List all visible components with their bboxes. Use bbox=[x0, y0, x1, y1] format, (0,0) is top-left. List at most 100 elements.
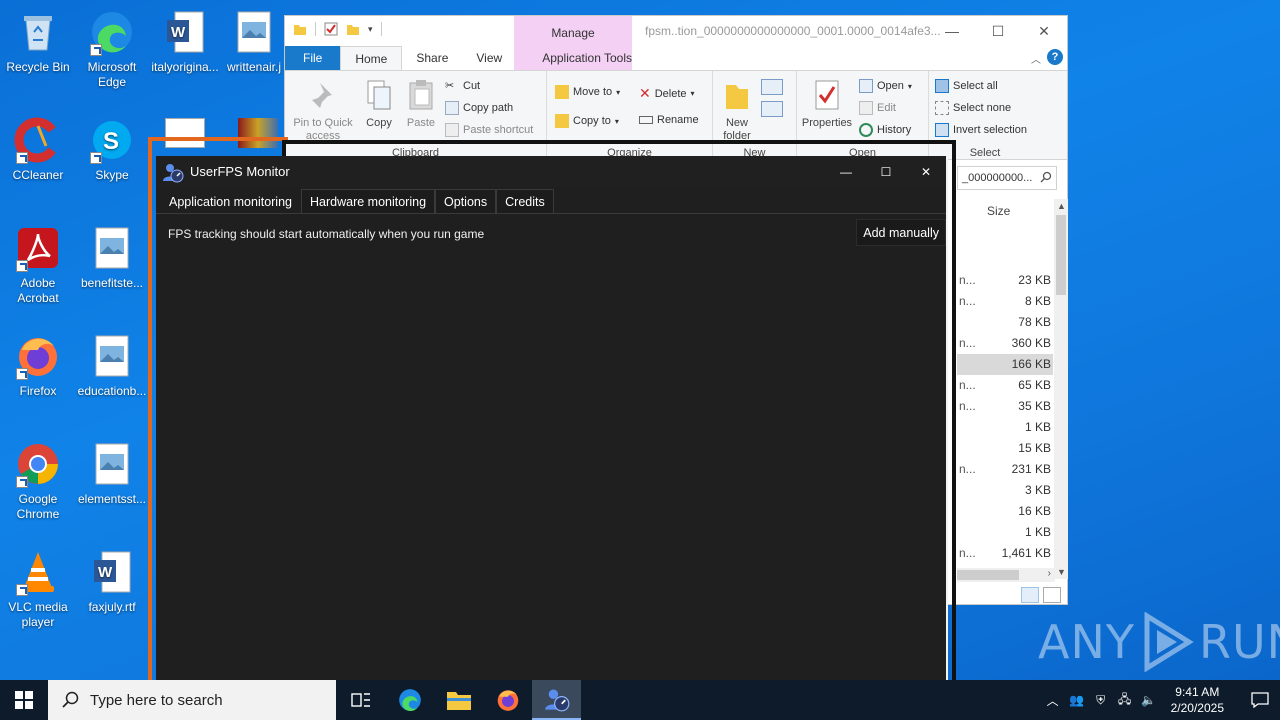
list-item[interactable]: n... 35 KB bbox=[957, 396, 1053, 417]
new-folder-button[interactable]: New folder bbox=[717, 79, 757, 143]
maximize-icon[interactable]: ☐ bbox=[975, 16, 1021, 46]
fps-window-title: UserFPS Monitor bbox=[190, 164, 290, 179]
qat-dropdown-icon[interactable]: ▾ bbox=[368, 24, 373, 35]
desktop-icon-firefox[interactable]: Firefox bbox=[0, 332, 76, 399]
help-icon[interactable]: ? bbox=[1047, 49, 1063, 65]
desktop-icon-edge[interactable]: Microsoft Edge bbox=[74, 8, 150, 90]
tab-application-monitoring[interactable]: Application monitoring bbox=[160, 189, 301, 214]
minimize-icon[interactable]: — bbox=[929, 16, 975, 46]
desktop-icon-ccleaner[interactable]: CCleaner bbox=[0, 116, 76, 183]
list-item[interactable]: 1 KB bbox=[957, 522, 1053, 543]
close-icon[interactable]: ✕ bbox=[1021, 16, 1067, 46]
people-icon[interactable]: 👥 bbox=[1065, 693, 1089, 707]
column-header-size[interactable]: Size bbox=[987, 204, 1010, 218]
large-icons-view-icon[interactable] bbox=[1043, 587, 1061, 603]
desktop-icon-word-doc[interactable]: W faxjuly.rtf bbox=[74, 548, 150, 615]
show-hidden-icons-icon[interactable]: ︿ bbox=[1041, 692, 1065, 709]
easy-access-icon[interactable] bbox=[761, 101, 783, 117]
file-list: n... 23 KB n... 8 KB 78 KB n... 360 KB 166 … bbox=[957, 270, 1053, 564]
desktop-icon-image-file[interactable]: educationb... bbox=[74, 332, 150, 399]
explorer-titlebar[interactable]: ▾ Manage fpsm..tion_0000000000000000_000… bbox=[285, 16, 1067, 70]
desktop-icon-recycle-bin[interactable]: Recycle Bin bbox=[0, 8, 76, 75]
tab-share[interactable]: Share bbox=[402, 46, 462, 70]
open-button[interactable]: Open ▾ bbox=[859, 79, 912, 93]
list-item[interactable]: n... 65 KB bbox=[957, 375, 1053, 396]
scrollbar-thumb[interactable] bbox=[957, 570, 1019, 580]
select-none-button[interactable]: Select none bbox=[935, 101, 1011, 115]
scroll-up-icon[interactable]: ▲ bbox=[1057, 201, 1066, 211]
start-button[interactable] bbox=[0, 680, 48, 720]
tab-application-tools[interactable]: Application Tools bbox=[528, 46, 646, 70]
list-item[interactable]: n... 1,461 KB bbox=[957, 543, 1053, 564]
tab-file[interactable]: File bbox=[285, 46, 341, 70]
add-manually-button[interactable]: Add manually bbox=[856, 219, 946, 246]
desktop-icon-word-doc[interactable]: W italyorigina... bbox=[147, 8, 223, 75]
tab-hardware-monitoring[interactable]: Hardware monitoring bbox=[301, 189, 436, 214]
taskbar-file-explorer-button[interactable] bbox=[434, 680, 483, 720]
properties-button[interactable]: Properties bbox=[799, 79, 855, 130]
security-icon[interactable]: ⛨ bbox=[1089, 693, 1113, 708]
pin-quick-access-button[interactable]: Pin to Quick access bbox=[289, 79, 357, 143]
network-icon[interactable]: 🖧 bbox=[1113, 690, 1137, 711]
desktop-icon-chrome[interactable]: Google Chrome bbox=[0, 440, 76, 522]
list-item[interactable]: n... 23 KB bbox=[957, 270, 1053, 291]
volume-icon[interactable]: 🔈 bbox=[1137, 693, 1161, 707]
list-item[interactable]: n... 8 KB bbox=[957, 291, 1053, 312]
desktop-icon-skype[interactable]: S Skype bbox=[74, 116, 150, 183]
close-icon[interactable]: ✕ bbox=[906, 156, 946, 187]
select-all-button[interactable]: Select all bbox=[935, 79, 998, 93]
collapse-ribbon-icon[interactable]: ︿ bbox=[1031, 51, 1041, 66]
taskbar-firefox-button[interactable] bbox=[483, 680, 532, 720]
horizontal-scrollbar[interactable]: › bbox=[957, 568, 1055, 582]
task-view-button[interactable] bbox=[336, 680, 385, 720]
list-item[interactable]: 15 KB bbox=[957, 438, 1053, 459]
list-item-selected[interactable]: 166 KB bbox=[957, 354, 1053, 375]
paste-shortcut-button[interactable]: Paste shortcut bbox=[445, 123, 533, 137]
taskbar-userfps-button[interactable] bbox=[532, 680, 581, 720]
new-item-icon[interactable] bbox=[761, 79, 783, 95]
scroll-right-icon[interactable]: › bbox=[1048, 568, 1051, 579]
scroll-down-icon[interactable]: ▼ bbox=[1057, 567, 1066, 577]
rename-button[interactable]: Rename bbox=[639, 114, 699, 126]
tab-credits[interactable]: Credits bbox=[496, 189, 554, 214]
list-item[interactable]: 78 KB bbox=[957, 312, 1053, 333]
list-item[interactable]: 3 KB bbox=[957, 480, 1053, 501]
minimize-icon[interactable]: — bbox=[826, 156, 866, 187]
copy-button[interactable]: Copy bbox=[359, 79, 399, 130]
taskbar-edge-button[interactable] bbox=[385, 680, 434, 720]
vertical-scrollbar[interactable]: ▲ ▼ bbox=[1054, 199, 1068, 579]
tab-options[interactable]: Options bbox=[435, 189, 497, 214]
desktop-icon-acrobat[interactable]: Adobe Acrobat bbox=[0, 224, 76, 306]
maximize-icon[interactable]: ☐ bbox=[866, 156, 906, 187]
list-item[interactable]: n... 231 KB bbox=[957, 459, 1053, 480]
invert-selection-button[interactable]: Invert selection bbox=[935, 123, 1027, 137]
delete-button[interactable]: ✕ Delete ▾ bbox=[639, 85, 695, 102]
tab-home[interactable]: Home bbox=[340, 46, 403, 70]
notification-center-button[interactable] bbox=[1240, 680, 1280, 720]
userfps-monitor-window[interactable]: UserFPS Monitor — ☐ ✕ Application monito… bbox=[156, 156, 946, 680]
move-to-button[interactable]: Move to ▾ bbox=[555, 85, 620, 99]
taskbar-search-box[interactable]: Type here to search bbox=[48, 680, 336, 720]
new-folder-icon[interactable] bbox=[346, 22, 360, 36]
taskbar-clock[interactable]: 9:41 AM 2/20/2025 bbox=[1171, 684, 1224, 716]
details-view-icon[interactable] bbox=[1021, 587, 1039, 603]
paste-button[interactable]: Paste bbox=[401, 79, 441, 130]
tab-view[interactable]: View bbox=[462, 46, 516, 70]
fps-status-message: FPS tracking should start automatically … bbox=[168, 227, 485, 241]
history-button[interactable]: History bbox=[859, 123, 911, 137]
edit-button[interactable]: Edit bbox=[859, 101, 896, 115]
cut-button[interactable]: ✂ Cut bbox=[445, 79, 480, 93]
fps-titlebar[interactable]: UserFPS Monitor — ☐ ✕ bbox=[156, 156, 946, 187]
list-item[interactable]: 1 KB bbox=[957, 417, 1053, 438]
list-item[interactable]: n... 360 KB bbox=[957, 333, 1053, 354]
desktop-icon-image-file[interactable]: elementsst... bbox=[74, 440, 150, 507]
copy-to-button[interactable]: Copy to ▾ bbox=[555, 114, 619, 128]
search-box[interactable]: _000000000... bbox=[957, 166, 1057, 190]
desktop-icon-image-file[interactable]: writtenair.j bbox=[224, 8, 284, 75]
scrollbar-thumb[interactable] bbox=[1056, 215, 1066, 295]
properties-check-icon[interactable] bbox=[324, 22, 338, 36]
desktop-icon-image-file[interactable]: benefitste... bbox=[74, 224, 150, 291]
copy-path-button[interactable]: Copy path bbox=[445, 101, 513, 115]
list-item[interactable]: 16 KB bbox=[957, 501, 1053, 522]
desktop-icon-vlc[interactable]: VLC media player bbox=[0, 548, 76, 630]
